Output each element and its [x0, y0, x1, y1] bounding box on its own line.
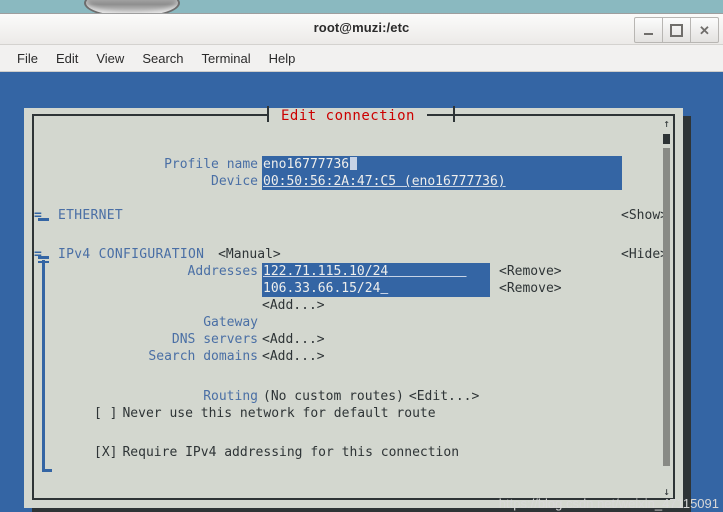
minimize-button[interactable] [634, 17, 663, 43]
menu-bar: File Edit View Search Terminal Help [0, 45, 723, 72]
ipv4-heading: IPv4 CONFIGURATION [58, 247, 205, 262]
text-cursor [350, 157, 358, 170]
ipv4-tree-rail-foot [42, 469, 52, 472]
row-require-ipv4[interactable]: [X] Require IPv4 addressing for this conn… [58, 444, 668, 461]
address-value-1: 122.71.115.10/24 [263, 264, 389, 279]
never-default-route-checkbox[interactable]: [ ] [94, 406, 117, 421]
routing-edit-button[interactable]: <Edit...> [409, 389, 479, 404]
addresses-label: Addresses [187, 264, 258, 279]
routing-label: Routing [203, 389, 258, 404]
row-search-domains: Search domains <Add...> [58, 348, 668, 365]
address-fill-2 [380, 281, 388, 296]
address-remove-button-2[interactable]: <Remove> [499, 281, 562, 296]
close-icon: ✕ [699, 22, 710, 38]
window-controls: ✕ [634, 17, 719, 43]
scrollbar-thumb[interactable] [663, 148, 670, 466]
menu-item-help[interactable]: Help [260, 49, 305, 68]
terminal-window: root@muzi:/etc ✕ File Edit View Search T… [0, 14, 723, 512]
row-address-1: Addresses 122.71.115.10/24 <Remove> [58, 263, 668, 280]
ipv4-method-select[interactable]: <Manual> [218, 247, 281, 262]
row-address-2: 106.33.66.15/24 <Remove> [58, 280, 668, 297]
row-address-add: <Add...> [58, 297, 668, 314]
dialog-content: Profile name eno16777736 Device 00:50:56:2… [34, 156, 668, 461]
row-gateway: Gateway [58, 314, 668, 331]
address-add-button[interactable]: <Add...> [262, 298, 325, 313]
dns-servers-label: DNS servers [171, 332, 258, 347]
menu-item-view[interactable]: View [87, 49, 133, 68]
require-ipv4-checkbox[interactable]: [X] [94, 445, 117, 460]
dns-add-button[interactable]: <Add...> [262, 332, 325, 347]
address-remove-button-1[interactable]: <Remove> [499, 264, 562, 279]
edit-connection-dialog: Edit connection Profile name eno16777736 … [24, 106, 683, 508]
address-value-2: 106.33.66.15/24 [263, 281, 381, 296]
watermark: https://blog.csdn.net/weixin_47115091 [498, 496, 719, 511]
screen: root@muzi:/etc ✕ File Edit View Search T… [0, 0, 723, 512]
close-button[interactable]: ✕ [690, 17, 719, 43]
dialog-title-cap-left [267, 106, 269, 122]
row-dns: DNS servers <Add...> [58, 331, 668, 348]
routing-value: (No custom routes) [263, 389, 404, 404]
scroll-up-arrow-icon[interactable]: ↑ [661, 118, 672, 130]
row-profile-name: Profile name eno16777736 [58, 156, 668, 173]
minimize-icon [644, 32, 653, 35]
menu-item-search[interactable]: Search [133, 49, 192, 68]
terminal-canvas[interactable]: Edit connection Profile name eno16777736 … [0, 72, 723, 512]
ethernet-collapse-icon[interactable]: = [34, 207, 42, 224]
ipv4-collapse-icon[interactable]: = [34, 246, 42, 263]
row-routing: Routing (No custom routes) <Edit...> [58, 388, 668, 405]
require-ipv4-label: Require IPv4 addressing for this connect… [122, 445, 460, 460]
address-fill-1 [388, 264, 466, 279]
never-default-route-label: Never use this network for default route [122, 406, 436, 421]
row-device: Device 00:50:56:2A:47:C5 (eno16777736) [58, 173, 668, 190]
title-bar[interactable]: root@muzi:/etc ✕ [0, 14, 723, 45]
profile-name-value: eno16777736 [263, 157, 350, 172]
dialog-title: Edit connection [269, 108, 427, 124]
menu-item-file[interactable]: File [8, 49, 47, 68]
window-title: root@muzi:/etc [313, 20, 410, 35]
row-ethernet[interactable]: = ETHERNET <Show> [34, 207, 668, 224]
menu-item-edit[interactable]: Edit [47, 49, 87, 68]
maximize-button[interactable] [662, 17, 691, 43]
dialog-title-cap-right [453, 106, 455, 122]
search-domains-add-button[interactable]: <Add...> [262, 349, 325, 364]
search-domains-label: Search domains [148, 349, 258, 364]
dialog-scrollbar[interactable]: ↑ ↓ [660, 118, 673, 498]
address-input-2[interactable]: 106.33.66.15/24 [262, 280, 490, 297]
device-select[interactable]: 00:50:56:2A:47:C5 (eno16777736) [262, 173, 622, 190]
address-input-1[interactable]: 122.71.115.10/24 [262, 263, 490, 280]
ipv4-tree-rail [42, 260, 45, 472]
gateway-label: Gateway [203, 315, 258, 330]
device-label: Device [211, 174, 258, 189]
profile-name-input[interactable]: eno16777736 [262, 156, 622, 173]
menu-item-terminal[interactable]: Terminal [193, 49, 260, 68]
device-value: 00:50:56:2A:47:C5 (eno16777736) [263, 174, 506, 189]
maximize-icon [670, 23, 683, 37]
scrollbar-nub [663, 134, 670, 144]
row-never-default-route[interactable]: [ ] Never use this network for default ro… [58, 405, 668, 422]
ethernet-heading: ETHERNET [58, 208, 124, 223]
profile-name-label: Profile name [164, 157, 258, 172]
row-ipv4-config[interactable]: = IPv4 CONFIGURATION <Manual> <Hide> [34, 246, 668, 263]
